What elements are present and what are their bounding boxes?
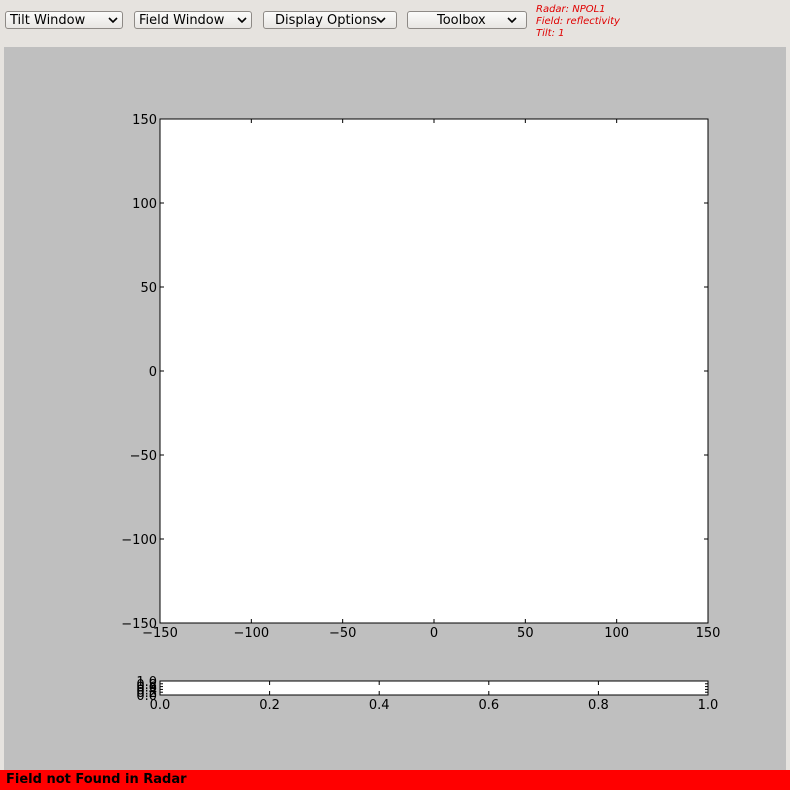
colorbar-area (159, 680, 709, 696)
x-tick-label: −50 (329, 626, 356, 641)
colorbar-x-tick-label: 0.4 (369, 698, 390, 713)
colorbar-x-tick-label: 0.6 (478, 698, 499, 713)
colorbar-y-tick-label: 1.0 (136, 675, 157, 690)
x-tick-label: 150 (696, 626, 721, 641)
colorbar-x-tick-label: 1.0 (698, 698, 719, 713)
y-tick-label: 50 (140, 281, 157, 296)
plot-area[interactable] (159, 118, 709, 624)
y-tick-label: 100 (132, 197, 157, 212)
y-tick-label: 150 (132, 113, 157, 128)
x-tick-label: 0 (430, 626, 438, 641)
colorbar-x-tick-label: 0.8 (588, 698, 609, 713)
ppi-plot[interactable]: −150 −100 −50 0 50 100 150−150−100−50050100150 (121, 113, 720, 641)
x-tick-label: 100 (604, 626, 629, 641)
y-tick-label: 0 (149, 365, 157, 380)
x-tick-label: 50 (517, 626, 534, 641)
plot-figure[interactable]: −150 −100 −50 0 50 100 150−150−100−50050100150… (0, 0, 790, 790)
status-bar: Field not Found in Radar (0, 770, 790, 790)
colorbar-x-tick-label: 0.2 (259, 698, 280, 713)
x-tick-label: −100 (233, 626, 269, 641)
y-tick-label: −50 (130, 449, 157, 464)
colorbar: 0.0 0.2 0.4 0.6 0.8 1.00.00.20.40.60.81.0 (136, 675, 718, 713)
y-tick-label: −150 (121, 617, 157, 632)
y-tick-label: −100 (121, 533, 157, 548)
